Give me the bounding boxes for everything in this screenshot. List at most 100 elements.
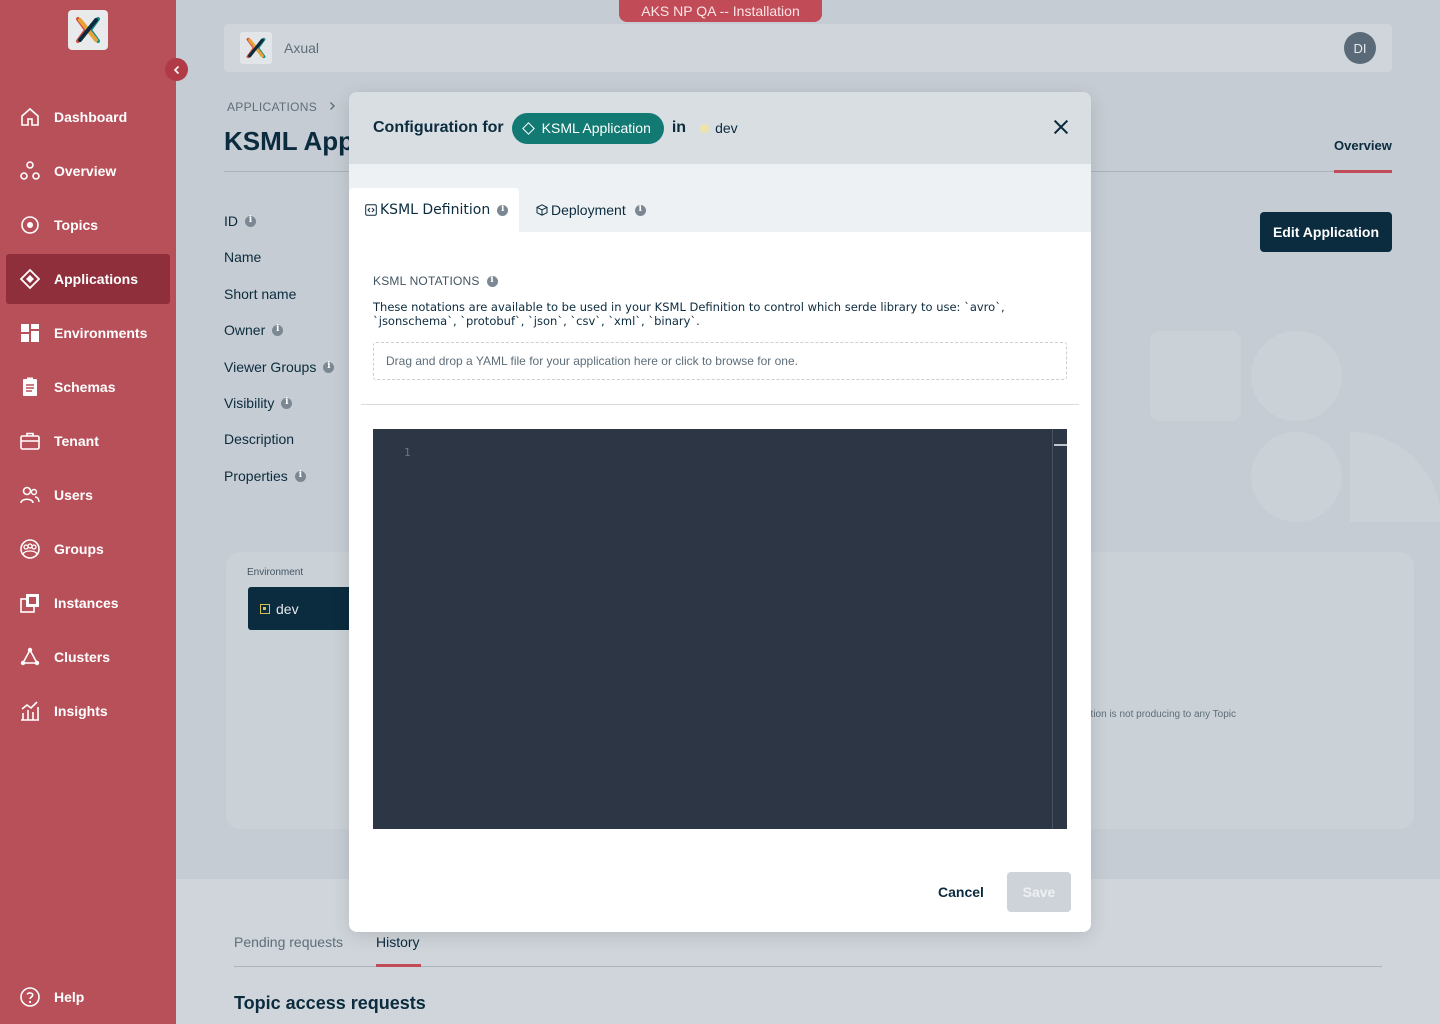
- configuration-modal: Configuration for KSML Application in de…: [349, 92, 1091, 932]
- top-bar: Axual DI: [224, 24, 1392, 72]
- schemas-icon: [18, 375, 42, 399]
- sidebar-item-topics[interactable]: Topics: [6, 200, 170, 250]
- sidebar-item-users[interactable]: Users: [6, 470, 170, 520]
- environment-dot-icon: [700, 123, 710, 133]
- applications-icon: [18, 267, 42, 291]
- sidebar-item-label: Clusters: [54, 649, 111, 665]
- tab-overview[interactable]: Overview: [1334, 138, 1392, 153]
- field-name-label: Name: [224, 249, 262, 265]
- field-visibility-label: Visibility: [224, 395, 293, 411]
- tab-pending-requests[interactable]: Pending requests: [234, 934, 343, 950]
- modal-divider: [361, 404, 1079, 405]
- sidebar-item-dashboard[interactable]: Dashboard: [6, 92, 170, 142]
- field-viewer-groups-label: Viewer Groups: [224, 359, 335, 375]
- not-producing-text: ation is not producing to any Topic: [1085, 709, 1237, 720]
- info-icon[interactable]: [245, 215, 256, 227]
- editor-minimap-indicator: [1054, 444, 1067, 446]
- modal-environment-name: dev: [715, 120, 738, 136]
- editor-scrollbar[interactable]: [1052, 429, 1053, 829]
- tab-active-indicator: [1334, 170, 1392, 173]
- info-icon[interactable]: [281, 397, 293, 409]
- cancel-button[interactable]: Cancel: [925, 872, 997, 912]
- sidebar-item-label: Environments: [54, 325, 148, 341]
- modal-title-prefix: Configuration for: [373, 119, 504, 136]
- editor-line-number: 1: [404, 446, 411, 459]
- field-id-label: ID: [224, 213, 256, 229]
- breadcrumb[interactable]: APPLICATIONS: [227, 100, 337, 114]
- help-icon: [18, 985, 42, 1009]
- environments-icon: [18, 321, 42, 345]
- application-icon: [521, 121, 535, 135]
- notations-description: These notations are available to be used…: [373, 300, 1005, 328]
- sidebar-item-instances[interactable]: Instances: [6, 578, 170, 628]
- groups-icon: [18, 537, 42, 561]
- logo-icon: [76, 17, 100, 43]
- sidebar-item-label: Groups: [54, 541, 104, 557]
- sidebar-item-label: Schemas: [54, 379, 116, 395]
- close-icon[interactable]: [1053, 119, 1069, 135]
- sidebar-item-schemas[interactable]: Schemas: [6, 362, 170, 412]
- sidebar-item-insights[interactable]: Insights: [6, 686, 170, 736]
- chevron-left-icon: [173, 65, 179, 74]
- sidebar-item-label: Insights: [54, 703, 108, 719]
- installation-banner: AKS NP QA -- Installation: [619, 0, 822, 22]
- modal-title-in: in: [671, 119, 687, 136]
- tab-history[interactable]: History: [376, 934, 420, 950]
- instances-icon: [18, 591, 42, 615]
- decorative-shape: [1251, 432, 1342, 522]
- users-icon: [18, 483, 42, 507]
- notations-title: KSML NOTATIONS: [373, 274, 498, 288]
- environment-icon: [260, 603, 270, 614]
- modal-tabs: KSML Definition Deployment: [349, 164, 1091, 232]
- tab-ksml-definition[interactable]: KSML Definition: [349, 188, 519, 232]
- sidebar-item-label: Tenant: [54, 433, 99, 449]
- package-icon: [536, 204, 548, 216]
- breadcrumb-applications[interactable]: APPLICATIONS: [227, 100, 317, 114]
- tenant-icon: [18, 429, 42, 453]
- sidebar-item-environments[interactable]: Environments: [6, 308, 170, 358]
- sidebar-item-applications[interactable]: Applications: [6, 254, 170, 304]
- field-short-name-label: Short name: [224, 286, 297, 302]
- info-icon[interactable]: [272, 324, 284, 336]
- clusters-icon: [18, 645, 42, 669]
- org-logo-icon: [240, 32, 272, 64]
- info-icon[interactable]: [323, 361, 335, 373]
- info-icon[interactable]: [486, 275, 498, 287]
- code-icon: [365, 204, 377, 216]
- sidebar-item-label: Topics: [54, 217, 99, 233]
- avatar[interactable]: DI: [1344, 32, 1376, 64]
- decorative-shape: [1150, 331, 1241, 421]
- page-title: KSML Appli: [224, 126, 369, 156]
- chevron-right-icon: [329, 102, 335, 110]
- sidebar-item-groups[interactable]: Groups: [6, 524, 170, 574]
- sidebar-item-clusters[interactable]: Clusters: [6, 632, 170, 682]
- sidebar-collapse-button[interactable]: [165, 58, 188, 81]
- sidebar-item-label: Overview: [54, 163, 117, 179]
- tab-deployment[interactable]: Deployment: [536, 188, 646, 232]
- insights-icon: [18, 699, 42, 723]
- sidebar-item-label: Users: [54, 487, 93, 503]
- org-name: Axual: [284, 40, 320, 56]
- field-description-label: Description: [224, 431, 295, 447]
- environment-label: Environment: [247, 567, 304, 578]
- sidebar-item-label: Dashboard: [54, 109, 128, 125]
- sidebar-item-tenant[interactable]: Tenant: [6, 416, 170, 466]
- sidebar-item-help[interactable]: Help: [6, 972, 170, 1022]
- overview-icon: [18, 159, 42, 183]
- sidebar-item-label: Applications: [54, 271, 139, 287]
- info-icon[interactable]: [634, 204, 646, 216]
- application-pill: KSML Application: [511, 112, 664, 144]
- field-properties-label: Properties: [224, 468, 306, 484]
- axual-logo[interactable]: [68, 10, 108, 50]
- sidebar-item-overview[interactable]: Overview: [6, 146, 170, 196]
- field-owner-label: Owner: [224, 322, 284, 338]
- info-icon[interactable]: [294, 470, 306, 482]
- yaml-dropzone[interactable]: Drag and drop a YAML file for your appli…: [373, 342, 1067, 380]
- decorative-shape: [1251, 331, 1342, 421]
- sidebar-item-label: Help: [54, 989, 85, 1005]
- ksml-code-editor[interactable]: 1: [373, 429, 1067, 829]
- info-icon[interactable]: [497, 204, 509, 216]
- home-icon: [18, 105, 42, 129]
- save-button[interactable]: Save: [1007, 872, 1071, 912]
- edit-application-button[interactable]: Edit Application: [1260, 212, 1392, 252]
